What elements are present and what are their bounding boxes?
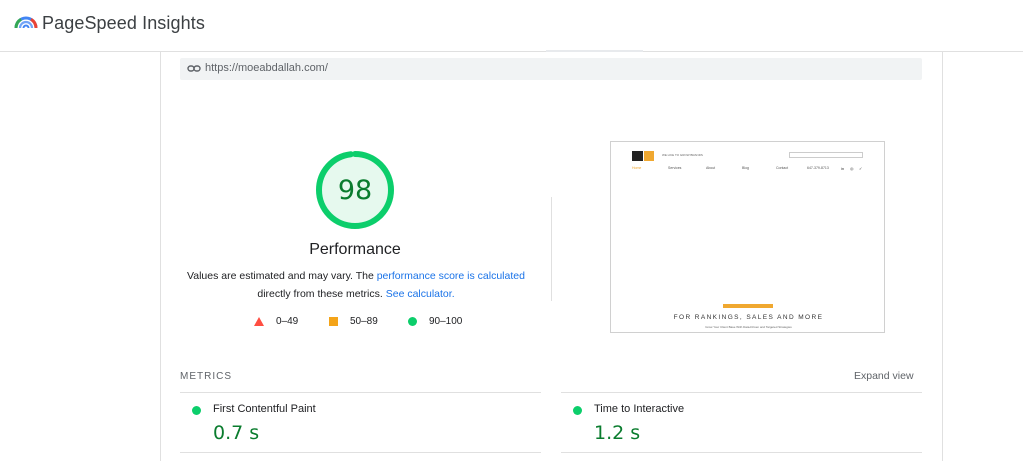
performance-score-link[interactable]: performance score is calculated [377, 270, 525, 282]
site-headline: FOR RANKINGS, SALES AND MORE [673, 314, 824, 321]
metrics-divider-left [180, 392, 541, 393]
site-subline: Grow Your Client Base With Data-Driven a… [705, 325, 792, 329]
metrics-divider-right-bottom [561, 452, 922, 453]
metric-value: 1.2 s [594, 422, 641, 444]
url-bar: https://moeabdallah.com/ [180, 58, 922, 80]
metrics-heading: METRICS [180, 371, 232, 382]
site-tagline: WE LIKE TO GROW BRANDS [662, 153, 703, 157]
note-text: Values are estimated and may vary. The [187, 270, 377, 282]
site-nav-home: Home [632, 166, 642, 170]
site-linkedin-icon: in [841, 166, 845, 171]
app-title[interactable]: PageSpeed Insights [42, 13, 205, 34]
site-search-box [789, 152, 863, 158]
metric-name: First Contentful Paint [213, 403, 316, 415]
site-twitter-icon: ✓ [859, 166, 863, 171]
metrics-divider-right [561, 392, 922, 393]
pagespeed-logo-icon[interactable] [14, 14, 38, 38]
site-nav-about: About [706, 166, 716, 170]
legend-label-average: 50–89 [350, 316, 378, 327]
top-bar: PageSpeed Insights [0, 0, 1023, 52]
green-circle-icon [408, 317, 417, 326]
performance-score: 98 [337, 175, 373, 206]
green-circle-icon [192, 406, 201, 415]
analyzed-url[interactable]: https://moeabdallah.com/ [205, 62, 328, 74]
site-nav-phone: 647-379-8713 [807, 166, 829, 170]
expand-view-button[interactable]: Expand view [854, 370, 914, 382]
site-instagram-icon: ◎ [850, 166, 854, 171]
metric-name: Time to Interactive [594, 403, 685, 415]
site-nav-services: Services [668, 166, 682, 170]
page-screenshot-thumbnail[interactable]: WE LIKE TO GROW BRANDS Home Services Abo… [610, 141, 885, 333]
legend-label-poor: 0–49 [276, 316, 299, 327]
orange-square-icon [329, 317, 338, 326]
note-text-2: directly from these metrics. [257, 288, 386, 300]
legend-label-good: 90–100 [429, 316, 463, 327]
green-circle-icon [573, 406, 582, 415]
see-calculator-link[interactable]: See calculator. [386, 288, 455, 300]
metric-value: 0.7 s [213, 422, 260, 444]
link-icon [187, 65, 201, 72]
site-nav-contact: Contact [776, 166, 789, 170]
performance-title: Performance [309, 241, 401, 258]
site-logo [632, 151, 654, 161]
metrics-divider-left-bottom [180, 452, 541, 453]
site-cta-bar [723, 304, 773, 308]
section-divider [551, 197, 552, 301]
site-nav-blog: Blog [742, 166, 750, 170]
score-note: Values are estimated and may vary. The p… [180, 267, 532, 303]
red-triangle-icon [254, 317, 264, 326]
